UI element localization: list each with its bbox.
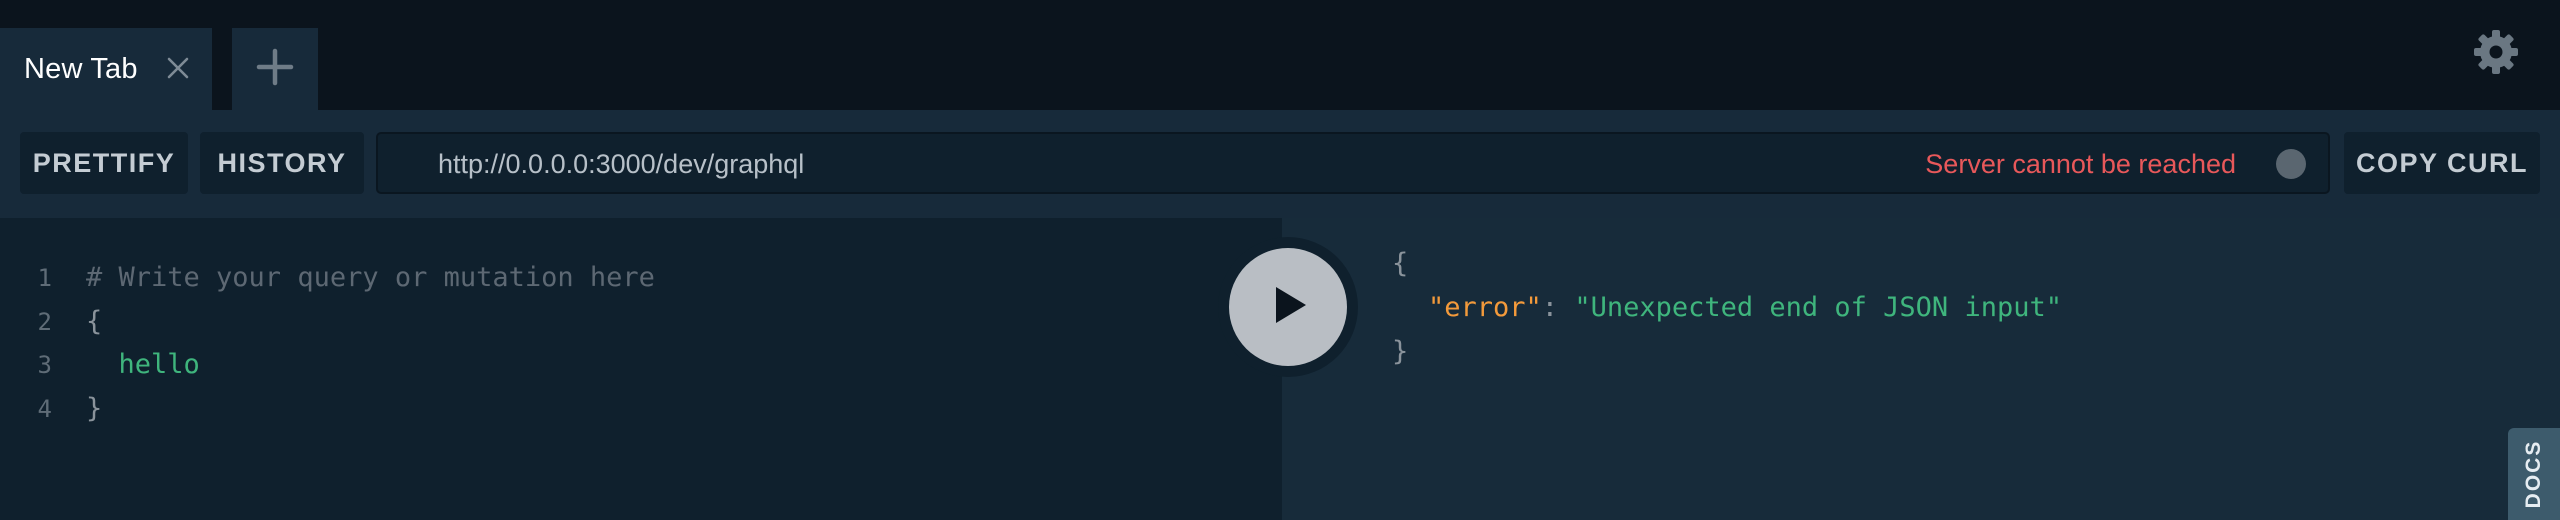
result-panel: { "error": "Unexpected end of JSON input… (1282, 218, 2560, 520)
code-brace: } (86, 393, 103, 424)
copy-curl-button[interactable]: COPY CURL (2344, 132, 2540, 194)
server-status-text: Server cannot be reached (1925, 149, 2236, 179)
endpoint-url[interactable]: http://0.0.0.0:3000/dev/graphql (438, 149, 804, 180)
gear-icon[interactable] (2472, 28, 2520, 76)
close-icon[interactable] (164, 54, 192, 82)
endpoint-input[interactable]: http://0.0.0.0:3000/dev/graphql Server c… (376, 132, 2330, 194)
tab-label: New Tab (24, 52, 138, 85)
tab-bar: New Tab (0, 0, 2560, 110)
line-number: 1 (37, 264, 52, 292)
history-button[interactable]: HISTORY (200, 132, 364, 194)
prettify-button[interactable]: PRETTIFY (20, 132, 188, 194)
result-open-brace: { (1392, 248, 1409, 279)
line-number: 2 (37, 308, 52, 336)
toolbar: PRETTIFY HISTORY http://0.0.0.0:3000/dev… (0, 110, 2560, 218)
result-close-brace: } (1392, 336, 1409, 367)
plus-icon (256, 48, 294, 91)
result-value: "Unexpected end of JSON input" (1574, 292, 2062, 323)
result-colon: : (1541, 292, 1575, 323)
add-tab-button[interactable] (232, 28, 318, 110)
code-comment: # Write your query or mutation here (86, 262, 655, 293)
result-line: "error": "Unexpected end of JSON input" (1428, 292, 2062, 323)
code-brace: { (86, 306, 103, 337)
play-icon (1266, 283, 1310, 332)
execute-button-ring (1218, 237, 1358, 377)
status-indicator (2276, 149, 2306, 179)
tab-new-tab[interactable]: New Tab (0, 28, 212, 110)
execute-button[interactable] (1229, 248, 1347, 366)
line-number: 4 (37, 395, 52, 423)
result-key: "error" (1428, 292, 1542, 323)
docs-label: DOCS (2522, 439, 2545, 509)
query-editor[interactable]: 1 # Write your query or mutation here 2 … (0, 218, 1282, 520)
line-number: 3 (37, 351, 52, 379)
code-field: hello (86, 349, 200, 380)
